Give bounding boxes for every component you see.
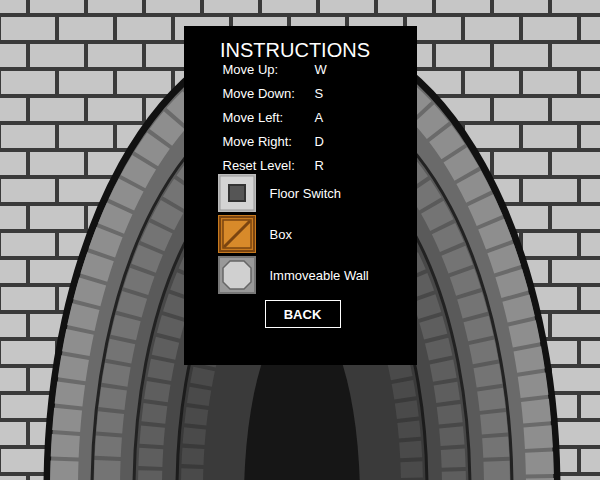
legend-item: Immoveable Wall <box>218 256 417 294</box>
control-key: S <box>315 86 324 101</box>
floor-switch-icon <box>218 174 256 212</box>
legend-label: Immoveable Wall <box>270 268 369 283</box>
legend-item: Box <box>218 215 417 253</box>
instructions-panel: INSTRUCTIONSMove Up:WMove Down:SMove Lef… <box>184 26 417 365</box>
control-key: A <box>315 110 324 125</box>
control-key: R <box>315 158 324 173</box>
button-row: BACK <box>184 300 417 328</box>
box-icon <box>218 215 256 253</box>
legend-label: Floor Switch <box>270 186 342 201</box>
control-label: Move Up: <box>223 62 315 77</box>
control-row: Move Right:D <box>223 129 417 153</box>
control-label: Move Down: <box>223 86 315 101</box>
control-key: D <box>315 134 324 149</box>
legend-list: Floor Switch Box Immoveable Wall <box>184 174 417 294</box>
control-row: Move Down:S <box>223 81 417 105</box>
control-label: Move Left: <box>223 110 315 125</box>
panel-title: INSTRUCTIONS <box>184 39 417 61</box>
control-row: Move Left:A <box>223 105 417 129</box>
control-key: W <box>315 62 327 77</box>
control-label: Move Right: <box>223 134 315 149</box>
wall-icon <box>218 256 256 294</box>
legend-label: Box <box>270 227 292 242</box>
control-label: Reset Level: <box>223 158 315 173</box>
controls-list: Move Up:WMove Down:SMove Left:AMove Righ… <box>184 57 417 177</box>
legend-item: Floor Switch <box>218 174 417 212</box>
back-button[interactable]: BACK <box>265 300 341 328</box>
control-row: Move Up:W <box>223 57 417 81</box>
control-row: Reset Level:R <box>223 153 417 177</box>
